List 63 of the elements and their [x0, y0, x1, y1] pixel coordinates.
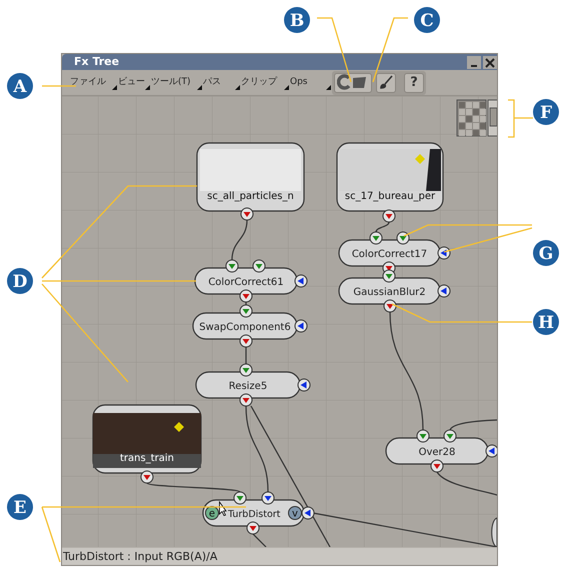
callout-badge: B	[284, 7, 310, 33]
navigator-drawing[interactable]	[456, 100, 497, 136]
window-title: Fx Tree	[74, 54, 120, 70]
refresh-folder-button[interactable]	[334, 72, 372, 92]
node-body[interactable]	[192, 312, 298, 340]
callout-badge: G	[533, 240, 559, 266]
leader-line	[508, 99, 533, 138]
diamond-icon	[174, 422, 184, 432]
caret-icon	[235, 84, 240, 90]
status-text: TurbDistort : Input RGB(A)/A	[63, 550, 218, 563]
callout-badge: C	[414, 7, 440, 33]
wire	[245, 347, 247, 364]
clip-node[interactable]	[196, 142, 305, 212]
node-label: ColorCorrect17	[352, 249, 428, 260]
node-label: trans_train	[120, 453, 174, 464]
menu-button[interactable]: ビュー	[118, 72, 151, 94]
callout-badge: D	[7, 268, 33, 294]
menu-button[interactable]: ファイル	[70, 72, 118, 94]
callout-badge: H	[533, 309, 559, 335]
clip-node[interactable]	[92, 404, 202, 474]
callout-badge: F	[533, 99, 559, 125]
node-label: ColorCorrect61	[208, 277, 284, 288]
node-label: TurbDistort	[228, 509, 280, 520]
leader-line	[42, 85, 76, 87]
menu-button[interactable]: クリップ	[241, 72, 290, 94]
caret-icon	[145, 84, 150, 90]
leader-line	[372, 17, 408, 82]
caret-icon	[197, 84, 202, 90]
help-button[interactable]: ?	[404, 72, 424, 92]
minimize-icon[interactable]	[467, 56, 481, 68]
node-body[interactable]	[338, 239, 441, 267]
node-body[interactable]	[385, 437, 489, 465]
caret-icon	[112, 84, 117, 90]
caret-icon	[284, 84, 289, 90]
node-body[interactable]	[338, 277, 441, 305]
node-body[interactable]	[194, 267, 298, 295]
refresh-folder-icon	[337, 74, 369, 90]
menu-button[interactable]: ツール(T)	[151, 72, 203, 94]
wire	[449, 419, 497, 430]
node-body[interactable]	[491, 518, 497, 547]
callout-badge: A	[7, 73, 33, 99]
node-label: sc_17_bureau_per	[344, 191, 436, 202]
caret-icon	[326, 84, 331, 90]
clip-node[interactable]	[336, 142, 444, 212]
wire	[436, 472, 497, 496]
menu-button[interactable]: パス	[203, 72, 241, 94]
node-label: Over28	[418, 447, 456, 458]
node-label: GaussianBlur2	[353, 287, 426, 298]
brush-button[interactable]	[376, 72, 396, 92]
menu-button[interactable]: Ops	[290, 72, 332, 94]
node-label: Resize5	[228, 381, 268, 392]
leader-line	[317, 17, 352, 82]
node-label: SwapComponent6	[199, 322, 291, 333]
wire	[375, 222, 390, 232]
diamond-icon	[415, 154, 425, 164]
callout-badge: E	[7, 494, 33, 520]
node-label: sc_all_particles_n	[207, 191, 294, 202]
brush-icon	[378, 74, 394, 90]
mask-port-icon[interactable]	[486, 444, 497, 458]
close-icon[interactable]	[483, 56, 497, 68]
node-body[interactable]	[195, 371, 301, 399]
cursor-icon	[219, 500, 227, 516]
wire	[231, 220, 248, 260]
